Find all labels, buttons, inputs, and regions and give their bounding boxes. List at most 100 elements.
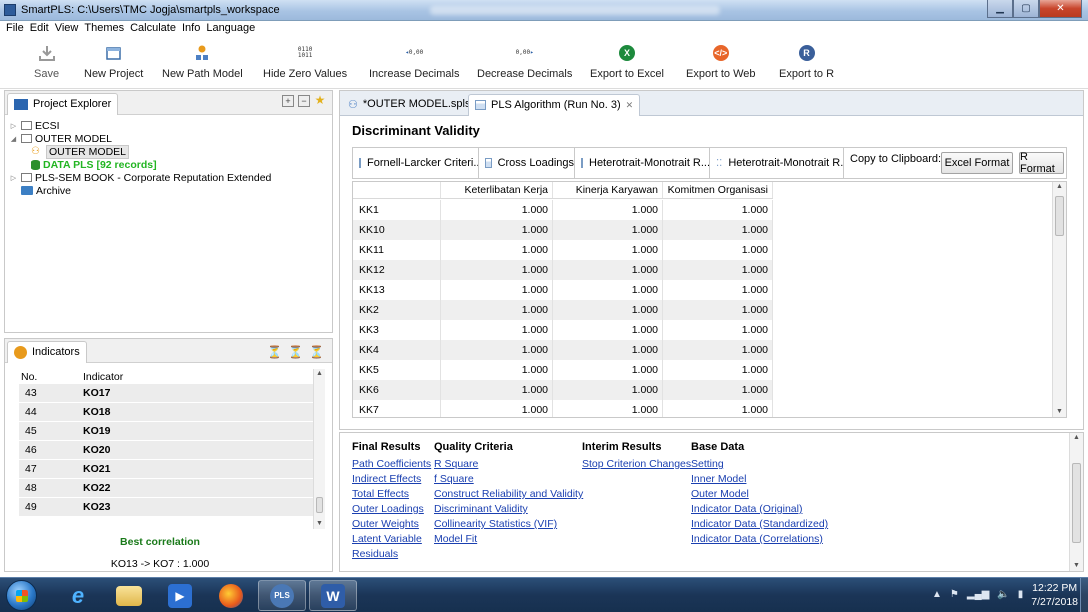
media-player-icon[interactable]: ▶ <box>156 580 204 611</box>
table-row[interactable]: KK10 1.000 1.000 1.000 <box>353 220 773 240</box>
menu-file[interactable]: File <box>4 21 28 37</box>
file-explorer-icon[interactable] <box>105 580 153 611</box>
table-row[interactable]: KK11 1.000 1.000 1.000 <box>353 240 773 260</box>
link-residuals[interactable]: Residuals <box>352 548 431 563</box>
save-button[interactable]: Save <box>34 41 59 80</box>
scroll-thumb[interactable] <box>1055 196 1064 236</box>
link-setting[interactable]: Setting <box>691 458 828 473</box>
link-model-fit[interactable]: Model Fit <box>434 533 583 548</box>
table-row[interactable]: KK12 1.000 1.000 1.000 <box>353 260 773 280</box>
table-row[interactable]: 43 KO17 <box>19 384 315 403</box>
scroll-down-icon[interactable]: ▼ <box>1070 561 1083 571</box>
table-row[interactable]: KK2 1.000 1.000 1.000 <box>353 300 773 320</box>
link-outer-loadings[interactable]: Outer Loadings <box>352 503 431 518</box>
new-path-model-button[interactable]: New Path Model <box>162 41 243 80</box>
links-scrollbar[interactable]: ▲ ▼ <box>1069 433 1083 571</box>
menu-edit[interactable]: Edit <box>28 21 53 37</box>
link-discriminant-validity[interactable]: Discriminant Validity <box>434 503 583 518</box>
filter-icon[interactable]: ⏳ <box>288 345 303 359</box>
menu-themes[interactable]: Themes <box>82 21 128 37</box>
table-row[interactable]: 48 KO22 <box>19 479 315 498</box>
collapse-all-icon[interactable]: − <box>298 95 310 107</box>
tree-item-archive[interactable]: Archive <box>9 184 271 197</box>
tree-item-data-pls[interactable]: DATA PLS [92 records] <box>9 158 271 171</box>
table-row[interactable]: 49 KO23 <box>19 498 315 517</box>
expand-all-icon[interactable]: + <box>282 95 294 107</box>
link-latent-variable[interactable]: Latent Variable <box>352 533 431 548</box>
table-row[interactable]: KK13 1.000 1.000 1.000 <box>353 280 773 300</box>
grid-scrollbar[interactable]: ▲ ▼ <box>1052 182 1066 417</box>
table-row[interactable]: 46 KO20 <box>19 441 315 460</box>
link-outer-weights[interactable]: Outer Weights <box>352 518 431 533</box>
link-r-square[interactable]: R Square <box>434 458 583 473</box>
start-button[interactable] <box>6 580 37 611</box>
table-row[interactable]: KK1 1.000 1.000 1.000 <box>353 200 773 220</box>
link-construct-reliability[interactable]: Construct Reliability and Validity <box>434 488 583 503</box>
tab-cross-loadings[interactable]: Cross Loadings <box>479 148 575 178</box>
internet-explorer-icon[interactable]: e <box>54 580 102 611</box>
table-row[interactable]: 45 KO19 <box>19 422 315 441</box>
export-r-button[interactable]: R Export to R <box>779 41 834 80</box>
scroll-down-icon[interactable]: ▼ <box>1053 407 1066 417</box>
menu-info[interactable]: Info <box>180 21 204 37</box>
expand-arrow-icon[interactable]: ▷ <box>9 174 18 182</box>
table-row[interactable]: 47 KO21 <box>19 460 315 479</box>
table-row[interactable]: KK4 1.000 1.000 1.000 <box>353 340 773 360</box>
link-indirect-effects[interactable]: Indirect Effects <box>352 473 431 488</box>
table-row[interactable]: KK5 1.000 1.000 1.000 <box>353 360 773 380</box>
menu-view[interactable]: View <box>53 21 83 37</box>
scroll-down-icon[interactable]: ▼ <box>314 519 325 529</box>
link-indicator-data-standardized[interactable]: Indicator Data (Standardized) <box>691 518 828 533</box>
tab-htmt-1[interactable]: Heterotrait-Monotrait R... <box>575 148 710 178</box>
table-row[interactable]: 44 KO18 <box>19 403 315 422</box>
r-format-button[interactable]: R Format <box>1019 151 1064 175</box>
table-row[interactable]: KK7 1.000 1.000 1.000 <box>353 400 773 417</box>
expand-arrow-icon[interactable]: ▷ <box>9 122 18 130</box>
word-icon[interactable]: W <box>309 580 357 611</box>
flag-icon[interactable]: ⚑ <box>950 589 959 600</box>
tree-item-pls-sem-book[interactable]: ▷ PLS-SEM BOOK - Corporate Reputation Ex… <box>9 171 272 184</box>
close-button[interactable]: ✕ <box>1039 0 1082 18</box>
hide-zero-values-button[interactable]: 0110 1011 Hide Zero Values <box>263 41 347 81</box>
signal-icon[interactable]: ▂▄▆ <box>967 589 989 600</box>
link-f-square[interactable]: f Square <box>434 473 583 488</box>
collapse-arrow-icon[interactable]: ◢ <box>9 135 18 143</box>
volume-icon[interactable]: 🔈 <box>997 589 1009 600</box>
excel-format-button[interactable]: Excel Format <box>941 152 1013 174</box>
clock[interactable]: 12:22 PM 7/27/2018 <box>1031 581 1078 609</box>
link-indicator-data-original[interactable]: Indicator Data (Original) <box>691 503 828 518</box>
scroll-thumb[interactable] <box>1072 463 1081 543</box>
tree-item-outer-model-path[interactable]: ⚇ OUTER MODEL <box>9 144 271 159</box>
window-title-bar[interactable]: SmartPLS: C:\Users\TMC Jogja\smartpls_wo… <box>0 0 1088 21</box>
increase-decimals-button[interactable]: ◂0,00 Increase Decimals <box>369 41 459 81</box>
link-indicator-data-correlations[interactable]: Indicator Data (Correlations) <box>691 533 828 548</box>
battery-icon[interactable]: ▮ <box>1018 589 1024 600</box>
tab-indicators[interactable]: Indicators <box>7 341 87 363</box>
indicators-scrollbar[interactable]: ▲ ▼ <box>313 369 325 529</box>
link-inner-model[interactable]: Inner Model <box>691 473 828 488</box>
link-total-effects[interactable]: Total Effects <box>352 488 431 503</box>
show-hidden-icons-icon[interactable]: ▲ <box>932 589 942 600</box>
tab-outer-model-file[interactable]: ⚇ *OUTER MODEL.splsm <box>342 94 486 116</box>
menu-calculate[interactable]: Calculate <box>128 21 180 37</box>
export-web-button[interactable]: </> Export to Web <box>686 41 756 80</box>
filter-icon[interactable]: ⏳ <box>309 345 324 359</box>
export-excel-button[interactable]: X Export to Excel <box>590 41 664 80</box>
firefox-icon[interactable] <box>207 580 255 611</box>
scroll-up-icon[interactable]: ▲ <box>1070 433 1083 443</box>
tab-htmt-2[interactable]: ⁚⁚ Heterotrait-Monotrait R... <box>710 148 844 178</box>
link-stop-criterion-changes[interactable]: Stop Criterion Changes <box>582 458 691 473</box>
scroll-thumb[interactable] <box>316 497 323 513</box>
close-tab-icon[interactable]: ✕ <box>626 100 634 116</box>
scroll-up-icon[interactable]: ▲ <box>1053 182 1066 192</box>
tab-pls-algorithm[interactable]: PLS Algorithm (Run No. 3) ✕ <box>468 94 641 116</box>
decrease-decimals-button[interactable]: 0,00▸ Decrease Decimals <box>477 41 572 81</box>
link-outer-model[interactable]: Outer Model <box>691 488 828 503</box>
link-collinearity-statistics[interactable]: Collinearity Statistics (VIF) <box>434 518 583 533</box>
new-project-button[interactable]: New Project <box>84 41 143 80</box>
maximize-button[interactable]: ▢ <box>1013 0 1039 18</box>
tree-item-outer-model[interactable]: ◢ OUTER MODEL <box>9 132 271 145</box>
table-row[interactable]: KK3 1.000 1.000 1.000 <box>353 320 773 340</box>
minimize-button[interactable]: ▁ <box>987 0 1013 18</box>
show-desktop-button[interactable] <box>1080 578 1088 612</box>
